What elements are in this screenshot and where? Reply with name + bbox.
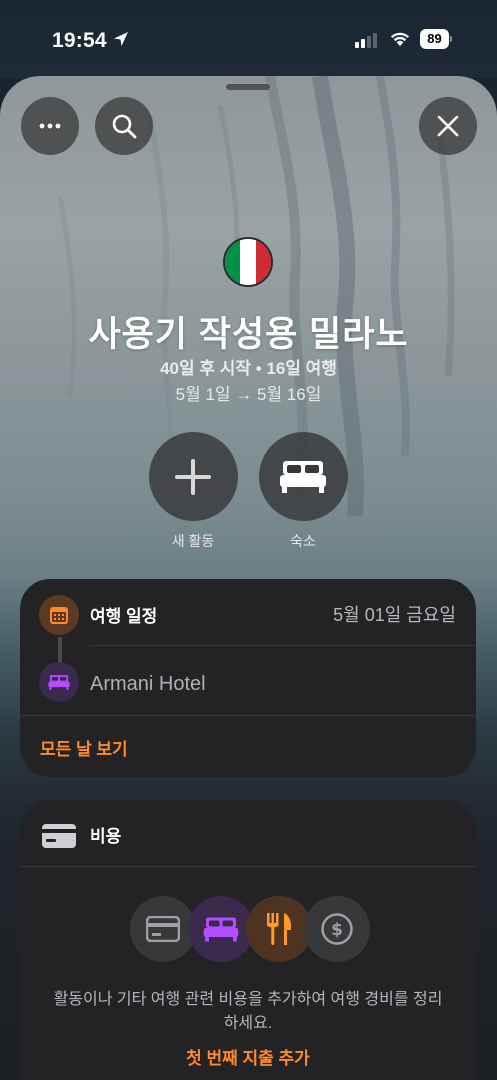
bed-icon xyxy=(280,460,326,493)
close-icon xyxy=(437,115,459,137)
bed-icon xyxy=(203,917,239,941)
trip-title: 사용기 작성용 밀라노 xyxy=(88,315,409,354)
credit-card-icon xyxy=(42,824,76,848)
plus-icon xyxy=(175,458,211,495)
status-time: 19:54 xyxy=(52,29,107,52)
flag-stripe-white xyxy=(240,239,256,285)
search-icon xyxy=(112,114,137,139)
hotel-icon-wrap xyxy=(39,662,79,702)
trip-subtitle: 40일 후 시작 • 16일 여행 xyxy=(160,359,337,378)
divider xyxy=(20,866,476,867)
lodging-button[interactable] xyxy=(258,432,348,521)
itinerary-card[interactable]: 여행 일정 5월 01일 금요일 Armani Hotel 모든 날 보기 xyxy=(20,579,476,777)
expense-category-icons: $ xyxy=(130,896,370,962)
itinerary-icon-wrap xyxy=(39,595,79,635)
dollar-icon: $ xyxy=(321,913,353,945)
expenses-title: 비용 xyxy=(90,827,122,846)
signal-icon xyxy=(355,32,377,48)
itinerary-title: 여행 일정 xyxy=(90,607,158,626)
calendar-icon xyxy=(50,607,68,624)
add-first-expense-link[interactable]: 첫 번째 지출 추가 xyxy=(20,1044,476,1069)
lodging-category xyxy=(188,896,254,962)
see-all-days-link[interactable]: 모든 날 보기 xyxy=(40,735,128,760)
sheet-grabber[interactable] xyxy=(226,84,270,90)
more-icon xyxy=(39,123,61,129)
status-bar: 19:54 89 xyxy=(0,0,497,78)
other-category: $ xyxy=(304,896,370,962)
divider xyxy=(20,715,476,716)
close-button[interactable] xyxy=(419,97,477,155)
divider xyxy=(90,645,476,646)
timeline-connector xyxy=(58,637,62,663)
battery-level: 89 xyxy=(420,29,449,49)
lodging-action[interactable]: 숙소 xyxy=(258,432,348,551)
food-category xyxy=(246,896,312,962)
more-button[interactable] xyxy=(21,97,79,155)
new-activity-button[interactable] xyxy=(148,432,238,521)
trip-sheet: 사용기 작성용 밀라노 40일 후 시작 • 16일 여행 5월 1일 → 5월… xyxy=(0,76,497,1080)
location-arrow-icon xyxy=(114,32,128,46)
expenses-card[interactable]: 비용 $ 활동이나 기타 여행 관련 비용을 추가하여 여행 경비를 정리하세요… xyxy=(20,800,476,1080)
credit-card-icon xyxy=(146,916,180,942)
new-activity-action[interactable]: 새 활동 xyxy=(148,432,238,551)
lodging-label: 숙소 xyxy=(290,533,316,549)
trip-dates: 5월 1일 → 5월 16일 xyxy=(175,385,322,404)
svg-text:$: $ xyxy=(331,920,343,940)
bed-icon xyxy=(48,674,70,690)
hotel-name[interactable]: Armani Hotel xyxy=(90,673,206,696)
card-category xyxy=(130,896,196,962)
search-button[interactable] xyxy=(95,97,153,155)
itinerary-date: 5월 01일 금요일 xyxy=(333,605,456,625)
wifi-icon xyxy=(391,32,409,46)
new-activity-label: 새 활동 xyxy=(171,533,215,549)
battery-indicator: 89 xyxy=(420,29,452,49)
expenses-description: 활동이나 기타 여행 관련 비용을 추가하여 여행 경비를 정리하세요. xyxy=(53,991,443,1032)
fork-knife-icon xyxy=(267,913,292,945)
italy-flag-icon xyxy=(223,237,273,287)
